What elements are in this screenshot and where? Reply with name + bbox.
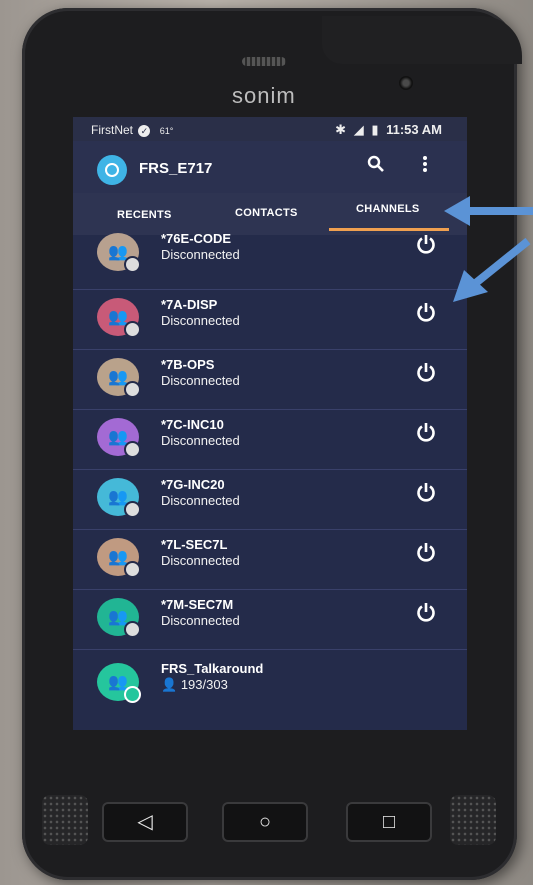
app-title: FRS_E717 xyxy=(139,160,213,177)
power-icon[interactable] xyxy=(415,601,437,623)
power-icon[interactable] xyxy=(415,541,437,563)
power-icon[interactable] xyxy=(415,301,437,323)
channel-name: FRS_Talkaround xyxy=(161,661,264,676)
battery-icon: ▮ xyxy=(371,122,379,137)
avatar: 👥 xyxy=(97,478,141,518)
avatar: 👥 xyxy=(97,418,141,458)
speaker-grill xyxy=(42,795,88,845)
channel-row[interactable]: 👥 *7M-SEC7M Disconnected xyxy=(73,589,467,650)
app-logo-icon xyxy=(97,155,127,185)
home-icon: ○ xyxy=(258,811,272,833)
carrier-label: FirstNet xyxy=(91,123,133,137)
channel-row[interactable]: 👥 *7A-DISP Disconnected xyxy=(73,289,467,350)
more-vert-icon[interactable] xyxy=(422,155,428,178)
avatar: 👥 xyxy=(97,663,141,703)
device-screen: FirstNet ✓ 61° ✱ ◢ ▮ 11:53 AM FRS_E717 R… xyxy=(73,117,467,730)
back-icon: ◁ xyxy=(137,811,153,833)
avatar: 👥 xyxy=(97,538,141,578)
channel-name: *7G-INC20 xyxy=(161,477,225,492)
channel-name: *7L-SEC7L xyxy=(161,537,228,552)
avatar: 👥 xyxy=(97,233,141,273)
tab-contacts[interactable]: CONTACTS xyxy=(235,207,298,219)
channel-name: *7M-SEC7M xyxy=(161,597,234,612)
back-button[interactable]: ◁ xyxy=(102,802,188,842)
hardware-navigation: ◁ ○ □ xyxy=(40,788,500,858)
person-icon: 👤 xyxy=(161,677,178,692)
channel-status: Disconnected xyxy=(161,433,240,448)
channel-name: *76E-CODE xyxy=(161,231,232,246)
annotation-arrow-power xyxy=(453,237,531,302)
power-icon[interactable] xyxy=(415,361,437,383)
channel-name: *7B-OPS xyxy=(161,357,215,372)
channel-status: Disconnected xyxy=(161,493,240,508)
channel-row[interactable]: 👥 *7B-OPS Disconnected xyxy=(73,349,467,410)
channel-row[interactable]: 👥 *7L-SEC7L Disconnected xyxy=(73,529,467,590)
signal-icon: ◢ xyxy=(353,122,364,137)
member-count: 193/303 xyxy=(180,677,228,692)
speaker-grill xyxy=(450,795,496,845)
channel-name: *7C-INC10 xyxy=(161,417,224,432)
bluetooth-icon: ✱ xyxy=(335,122,347,137)
status-dot-icon xyxy=(124,441,141,458)
tab-channels[interactable]: CHANNELS xyxy=(356,203,420,215)
brand-logo: sonim xyxy=(232,83,296,108)
channel-status: Disconnected xyxy=(161,313,240,328)
clock: 11:53 AM xyxy=(386,122,442,137)
channel-row[interactable]: 👥 *76E-CODE Disconnected xyxy=(73,229,467,290)
channel-status: Disconnected xyxy=(161,553,240,568)
channel-row[interactable]: 👥 FRS_Talkaround 👤 193/303 xyxy=(73,649,467,709)
avatar: 👥 xyxy=(97,358,141,398)
search-icon[interactable] xyxy=(367,155,385,178)
recents-icon: □ xyxy=(382,811,396,833)
status-dot-icon xyxy=(124,501,141,518)
channel-status: Disconnected xyxy=(161,613,240,628)
avatar: 👥 xyxy=(97,298,141,338)
status-bar: FirstNet ✓ 61° ✱ ◢ ▮ 11:53 AM xyxy=(73,117,467,141)
app-bar: FRS_E717 xyxy=(73,141,467,193)
status-dot-icon xyxy=(124,381,141,398)
channel-status: Disconnected xyxy=(161,373,240,388)
earpiece-speaker xyxy=(242,57,286,66)
online-dot-icon xyxy=(124,686,141,703)
tab-recents[interactable]: RECENTS xyxy=(117,209,172,221)
power-icon[interactable] xyxy=(415,233,437,255)
status-dot-icon xyxy=(124,561,141,578)
recents-button[interactable]: □ xyxy=(346,802,432,842)
channel-row[interactable]: 👥 *7G-INC20 Disconnected xyxy=(73,469,467,530)
home-button[interactable]: ○ xyxy=(222,802,308,842)
annotation-arrow-tab xyxy=(444,196,533,226)
channel-member-count: 👤 193/303 xyxy=(161,677,228,693)
power-icon[interactable] xyxy=(415,481,437,503)
front-camera xyxy=(399,76,413,90)
channel-name: *7A-DISP xyxy=(161,297,218,312)
status-dot-icon xyxy=(124,321,141,338)
temperature-label: 61° xyxy=(159,126,174,136)
avatar: 👥 xyxy=(97,598,141,638)
channel-row[interactable]: 👥 *7C-INC10 Disconnected xyxy=(73,409,467,470)
channel-status: Disconnected xyxy=(161,247,240,262)
status-dot-icon xyxy=(124,256,141,273)
phone-top-edge xyxy=(322,16,522,64)
status-dot-icon xyxy=(124,621,141,638)
carrier-check-icon: ✓ xyxy=(138,125,151,137)
power-icon[interactable] xyxy=(415,421,437,443)
